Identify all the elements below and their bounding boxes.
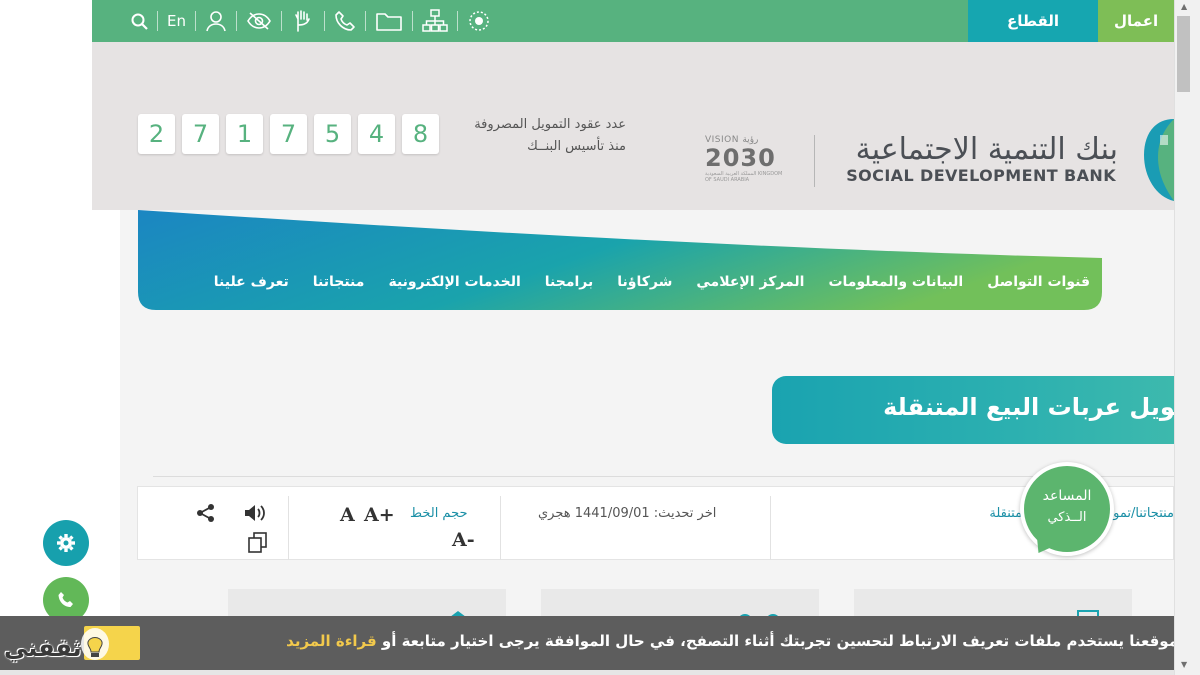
- vision-year: 2030: [705, 144, 776, 172]
- assistant-label-line2: الــذكي: [1047, 510, 1087, 525]
- counter-digit: 8: [402, 114, 439, 154]
- tab-third-sector[interactable]: القطاع الثالث: [968, 0, 1098, 72]
- divider-line: [153, 476, 1174, 477]
- counter-digit: 7: [182, 114, 219, 154]
- logo-divider: [814, 135, 815, 187]
- info-separator: [288, 496, 289, 560]
- bank-name-english[interactable]: SOCIAL DEVELOPMENT BANK: [846, 166, 1116, 185]
- bank-name-arabic[interactable]: بنك التنمية الاجتماعية: [856, 132, 1119, 167]
- nav-partners[interactable]: شركاؤنا: [617, 274, 672, 290]
- settings-button[interactable]: [43, 520, 89, 566]
- search-icon[interactable]: [122, 0, 157, 42]
- scrollbar[interactable]: [1174, 0, 1200, 675]
- nav-programs[interactable]: برامجنا: [545, 274, 594, 290]
- sector-tabs: القطاع الثالث اعمال: [968, 0, 1174, 72]
- nav-products[interactable]: منتجاتنا: [313, 274, 365, 290]
- vision-2030-logo: VISION رؤية 2030 المملكة العربية السعودي…: [705, 135, 787, 187]
- main-nav-background: [138, 210, 1102, 310]
- counter-digit: 1: [226, 114, 263, 154]
- nav-eservices[interactable]: الخدمات الإلكترونية: [388, 274, 520, 290]
- main-nav: تعرف علينا منتجاتنا الخدمات الإلكترونية …: [214, 274, 1090, 290]
- counter-label-line1: عدد عقود التمويل المصروفة: [474, 117, 626, 132]
- sign-language-icon[interactable]: [282, 0, 324, 42]
- bank-logo-icon[interactable]: [1140, 115, 1174, 203]
- info-separator: [770, 496, 771, 560]
- nav-contact-channels[interactable]: قنوات التواصل: [987, 274, 1090, 290]
- vision-subtitle: المملكة العربية السعودية KINGDOM OF SAUD…: [705, 171, 783, 183]
- watermark-text: ثقفني: [4, 634, 82, 662]
- cookie-message: موقعنا يستخدم ملفات تعريف الارتباط لتحسي…: [286, 632, 1178, 650]
- nav-data-info[interactable]: البيانات والمعلومات: [828, 274, 963, 290]
- user-icon[interactable]: [196, 0, 236, 42]
- share-icon[interactable]: [196, 503, 216, 523]
- page-info-bar: [137, 486, 1174, 560]
- font-size-label: حجم الخط: [410, 506, 468, 521]
- page-title: تمويل عربات البيع المتنقلة: [883, 393, 1174, 421]
- font-decrease-button[interactable]: A-: [452, 529, 475, 551]
- scroll-down-arrow[interactable]: ▼: [1181, 660, 1187, 669]
- gear-icon: [57, 534, 75, 552]
- cookie-text: موقعنا يستخدم ملفات تعريف الارتباط لتحسي…: [376, 632, 1178, 650]
- counter-label: عدد عقود التمويل المصروفة منذ تأسيس البن…: [448, 114, 626, 158]
- info-separator: [500, 496, 501, 560]
- counter-label-line2: منذ تأسيس البنــك: [527, 139, 626, 154]
- assistant-label-line1: المساعد: [1042, 488, 1092, 504]
- emblem-icon: [458, 0, 500, 42]
- font-increase-button[interactable]: A+: [364, 504, 395, 526]
- scroll-up-arrow[interactable]: ▲: [1181, 2, 1187, 11]
- tab-business[interactable]: اعمال: [1098, 0, 1174, 42]
- font-default-button[interactable]: A: [340, 504, 355, 526]
- counter-digit: 4: [358, 114, 395, 154]
- language-label[interactable]: En: [167, 12, 186, 30]
- bottom-edge: [0, 670, 1174, 675]
- page-title-clip: تمويل عربات البيع المتنقلة: [772, 376, 1174, 444]
- language-toggle[interactable]: En: [158, 0, 195, 42]
- counter-digit: 2: [138, 114, 175, 154]
- cookie-read-more-link[interactable]: قراءة المزيد: [286, 632, 377, 650]
- last-updated: اخر تحديث: 1441/09/01 هجري: [538, 506, 717, 521]
- breadcrumb[interactable]: منتجاتنا/تمويل عربات البيع المتنقلة: [842, 506, 1174, 521]
- counter-digit: 7: [270, 114, 307, 154]
- eye-slash-icon[interactable]: [237, 0, 281, 42]
- copy-icon[interactable]: [247, 531, 269, 553]
- top-utility-icons: En: [122, 0, 500, 42]
- top-bar: En القطاع الثالث اعمال: [92, 0, 1174, 72]
- speaker-icon[interactable]: [243, 503, 267, 523]
- contracts-counter: 2 7 1 7 5 4 8: [138, 114, 439, 154]
- nav-about[interactable]: تعرف علينا: [214, 274, 289, 290]
- smart-assistant-button[interactable]: المساعد الــذكي: [1020, 462, 1114, 559]
- scroll-thumb[interactable]: [1177, 16, 1190, 92]
- nav-media-center[interactable]: المركز الإعلامي: [696, 274, 804, 290]
- folder-icon[interactable]: [366, 0, 412, 42]
- counter-digit: 5: [314, 114, 351, 154]
- phone-icon: [58, 592, 73, 607]
- sitemap-icon[interactable]: [413, 0, 457, 42]
- phone-icon[interactable]: [325, 0, 365, 42]
